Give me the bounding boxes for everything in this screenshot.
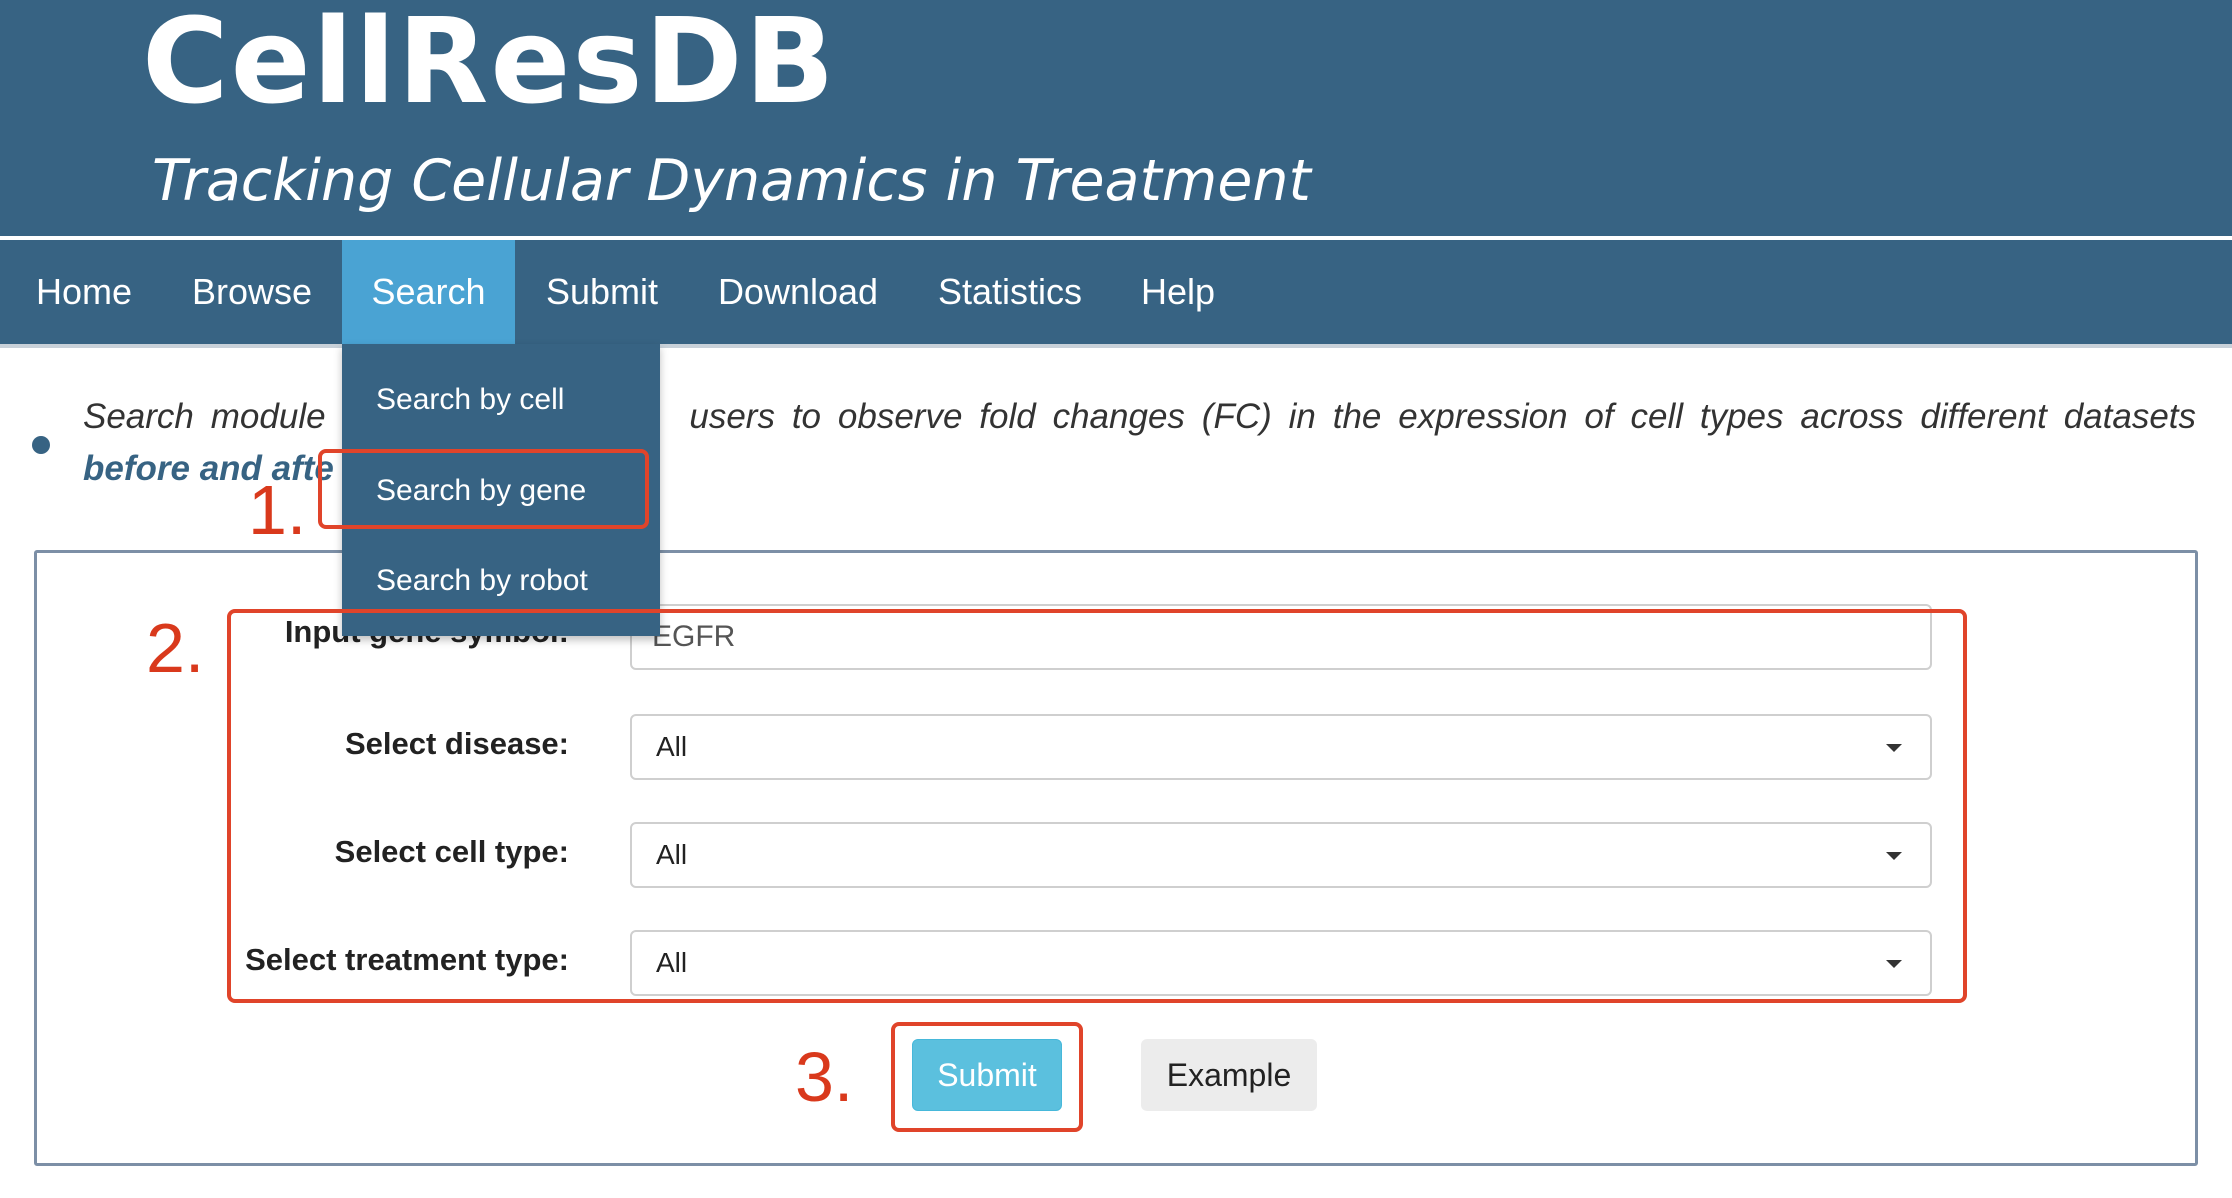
- disease-select-value: All: [656, 731, 688, 762]
- nav-statistics[interactable]: Statistics: [920, 240, 1100, 344]
- intro-text-end: users to observe fold changes (FC) in th…: [689, 397, 2196, 436]
- header-divider: [0, 236, 2232, 239]
- caret-down-icon: [1886, 744, 1902, 752]
- site-subtitle: Tracking Cellular Dynamics in Treatment: [152, 148, 1311, 214]
- cell-type-select-value: All: [656, 839, 688, 870]
- dropdown-search-by-gene[interactable]: Search by gene: [376, 471, 586, 511]
- submit-button[interactable]: Submit: [912, 1039, 1062, 1111]
- nav-help[interactable]: Help: [1128, 240, 1228, 344]
- disease-select[interactable]: All: [630, 714, 1932, 780]
- annotation-step-1: 1.: [248, 471, 307, 549]
- annotation-step-3: 3.: [795, 1038, 854, 1116]
- intro-text-start: Search module: [83, 397, 326, 436]
- site-header: CellResDB Tracking Cellular Dynamics in …: [0, 0, 2232, 236]
- nav-browse[interactable]: Browse: [172, 240, 332, 344]
- cell-type-label: Select cell type:: [334, 834, 569, 869]
- nav-submit[interactable]: Submit: [524, 240, 680, 344]
- dropdown-search-by-robot[interactable]: Search by robot: [376, 561, 588, 601]
- treatment-type-label: Select treatment type:: [245, 942, 569, 977]
- example-button[interactable]: Example: [1141, 1039, 1317, 1111]
- dropdown-search-by-cell[interactable]: Search by cell: [376, 380, 564, 420]
- nav-home[interactable]: Home: [14, 240, 154, 344]
- caret-down-icon: [1886, 852, 1902, 860]
- bullet-icon: [32, 436, 50, 454]
- disease-label: Select disease:: [344, 726, 569, 761]
- site-title[interactable]: CellResDB: [142, 0, 837, 126]
- treatment-type-select[interactable]: All: [630, 930, 1932, 996]
- nav-search[interactable]: Search: [342, 240, 515, 344]
- cell-type-select[interactable]: All: [630, 822, 1932, 888]
- gene-symbol-input[interactable]: [630, 604, 1932, 670]
- search-dropdown-menu: Search by cell Search by gene Search by …: [342, 344, 660, 636]
- caret-down-icon: [1886, 960, 1902, 968]
- nav-download[interactable]: Download: [700, 240, 896, 344]
- treatment-type-select-value: All: [656, 947, 688, 978]
- main-nav: Home Browse Search Submit Download Stati…: [0, 240, 2232, 348]
- annotation-step-2: 2.: [146, 609, 205, 687]
